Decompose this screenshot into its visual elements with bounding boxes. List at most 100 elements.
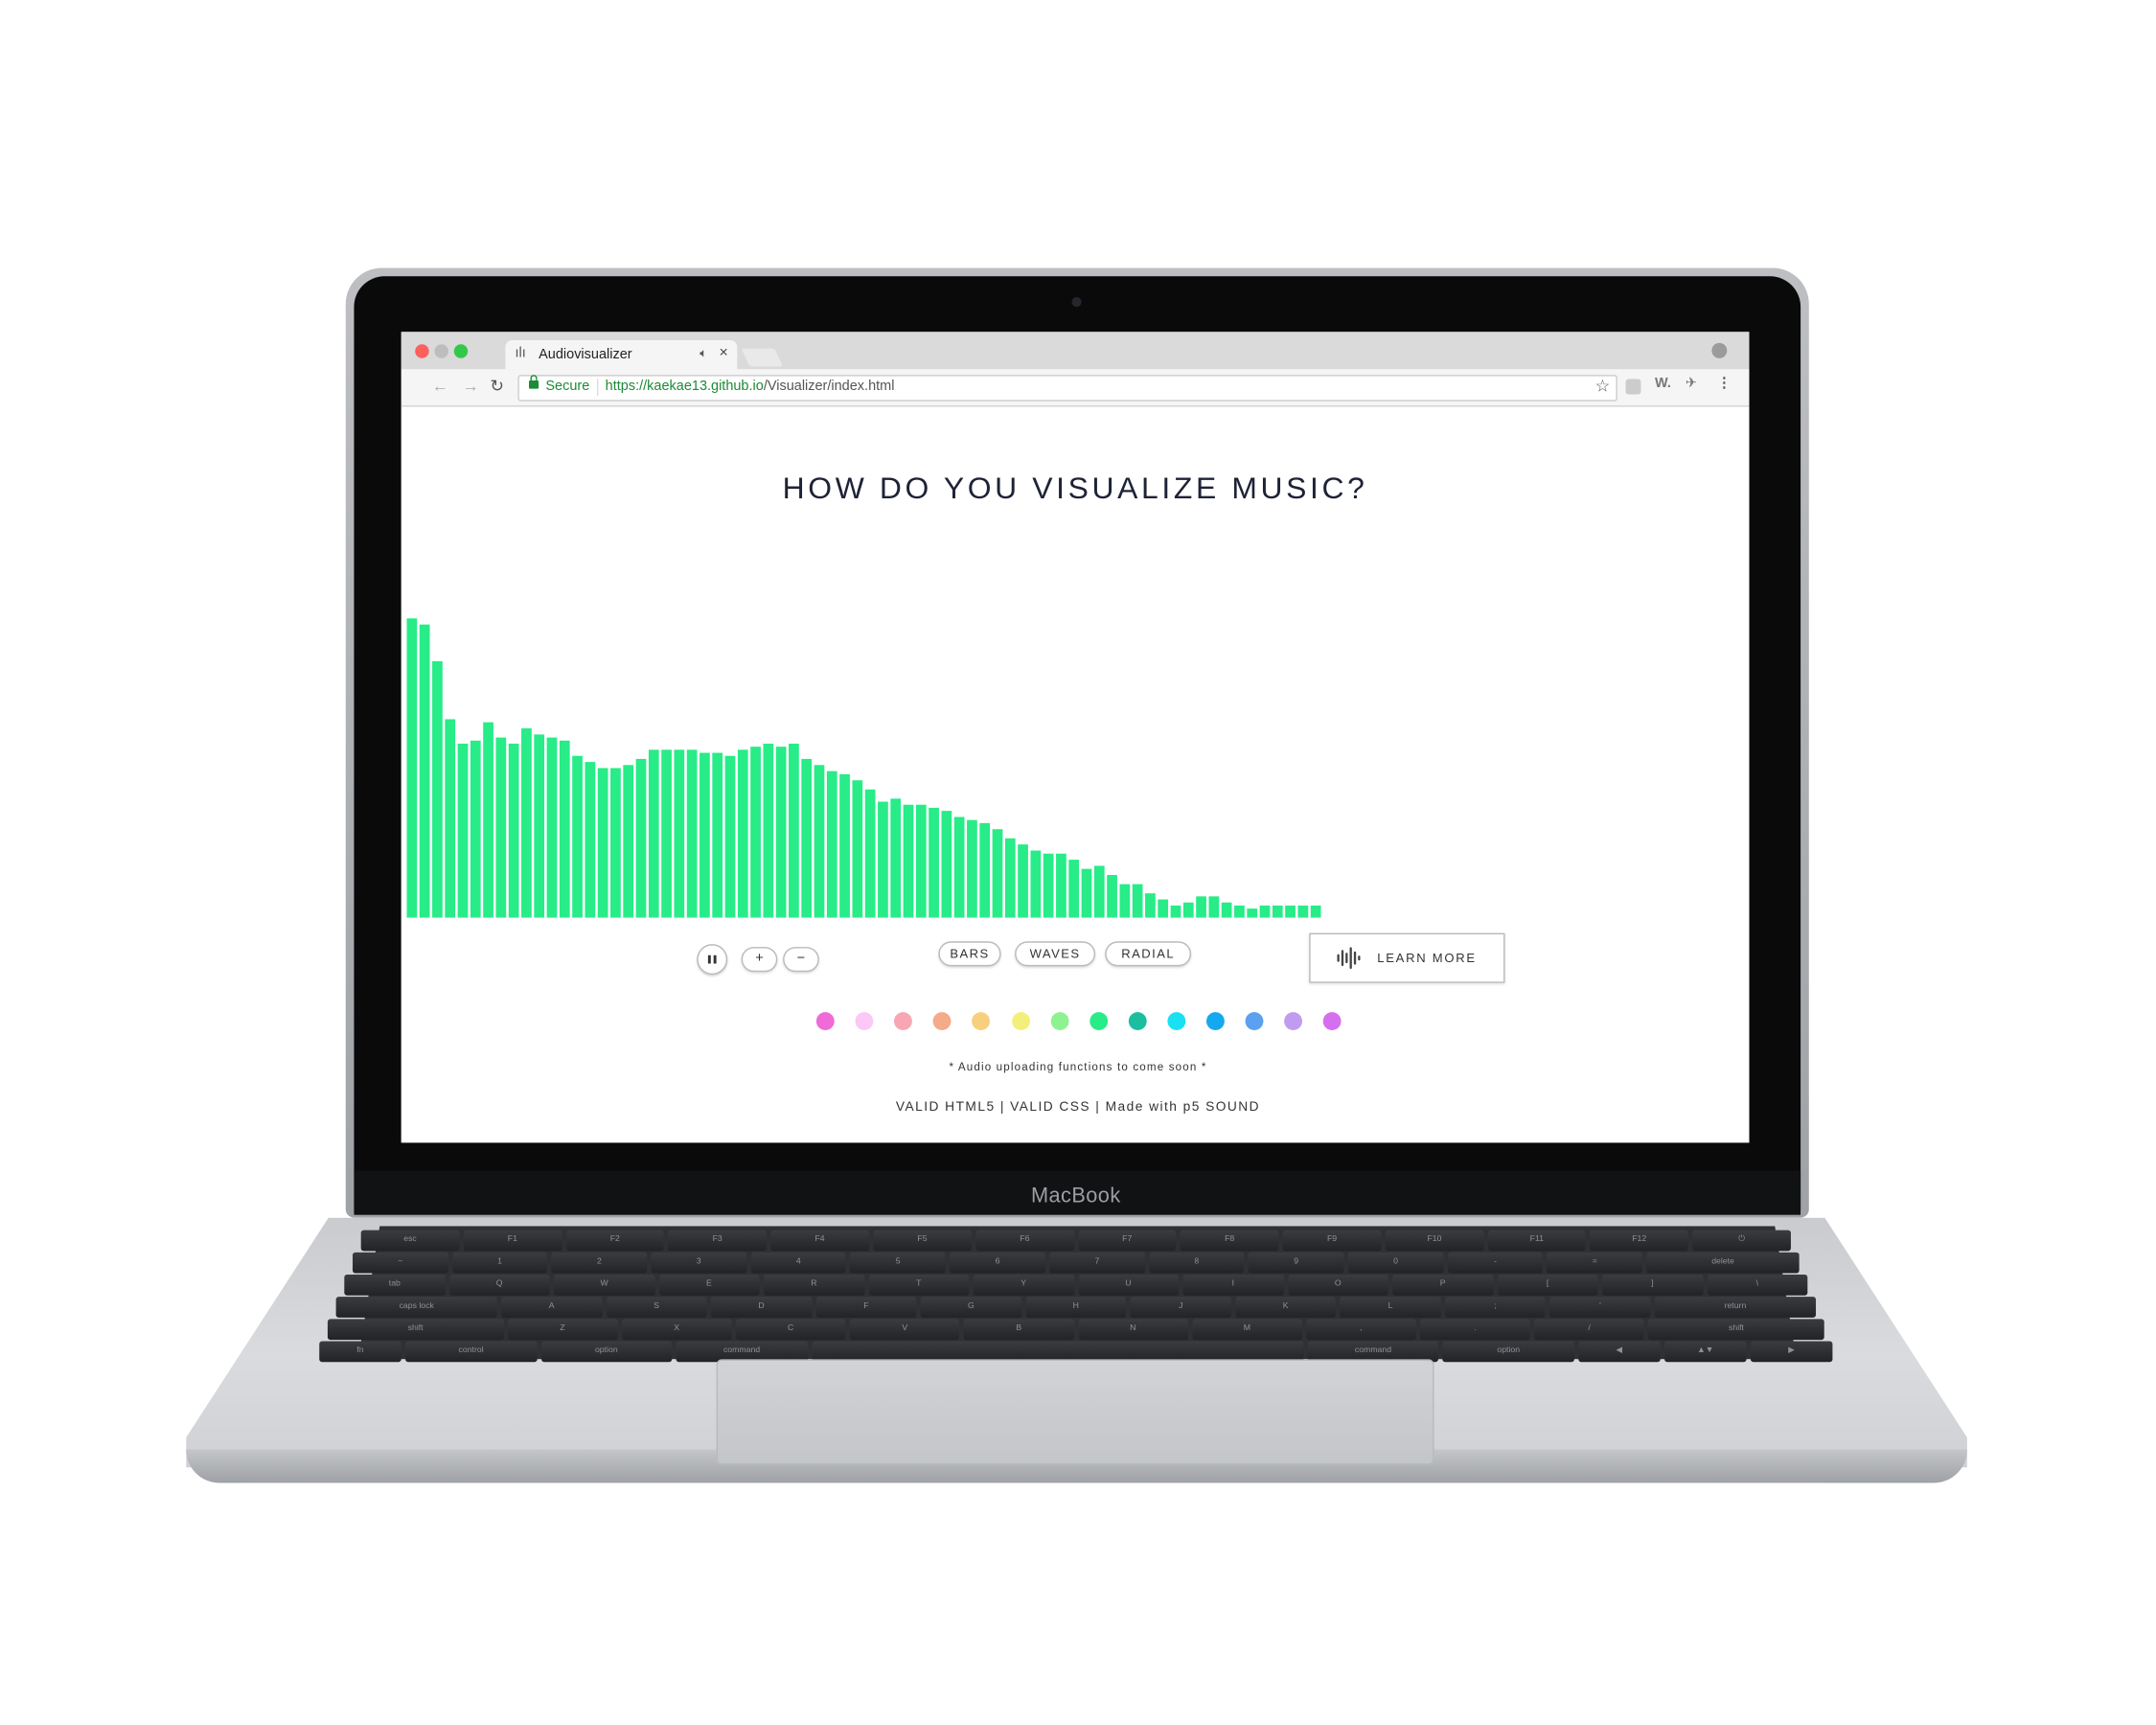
menu-dots-icon[interactable]: ⋮	[1717, 377, 1731, 392]
color-swatch[interactable]	[1011, 1012, 1030, 1031]
keyboard-key[interactable]: .	[1420, 1319, 1530, 1341]
color-swatch[interactable]	[894, 1012, 913, 1031]
keyboard-key[interactable]: F11	[1487, 1230, 1587, 1252]
keyboard-key[interactable]: 2	[551, 1252, 648, 1274]
learn-more-button[interactable]: LEARN MORE	[1309, 932, 1505, 983]
keyboard-key[interactable]: C	[735, 1319, 846, 1341]
keyboard-key[interactable]: '	[1549, 1297, 1651, 1318]
extension-plane-icon[interactable]: ✈	[1686, 377, 1697, 392]
keyboard-key[interactable]: ⏻	[1692, 1230, 1791, 1252]
keyboard-key[interactable]: F7	[1077, 1230, 1177, 1252]
keyboard-key[interactable]: ▶	[1750, 1341, 1833, 1363]
fullscreen-window-icon[interactable]	[453, 344, 469, 358]
waves-button[interactable]: WAVES	[1015, 941, 1096, 967]
keyboard-key[interactable]: 0	[1347, 1252, 1444, 1274]
keyboard-key[interactable]: tab	[344, 1274, 446, 1296]
keyboard-key[interactable]: \	[1707, 1274, 1808, 1296]
keyboard-key[interactable]: delete	[1646, 1252, 1800, 1274]
radial-button[interactable]: RADIAL	[1105, 941, 1192, 967]
bookmark-star-icon[interactable]: ☆	[1595, 377, 1611, 396]
keyboard-key[interactable]: F	[815, 1297, 917, 1318]
keyboard-key[interactable]: R	[763, 1274, 864, 1296]
keyboard-key[interactable]: control	[405, 1341, 538, 1363]
color-swatch[interactable]	[1284, 1012, 1303, 1031]
keyboard-key[interactable]: Z	[507, 1319, 618, 1341]
keyboard-key[interactable]: A	[501, 1297, 603, 1318]
keyboard-key[interactable]: 9	[1248, 1252, 1344, 1274]
color-swatch[interactable]	[1245, 1012, 1264, 1031]
keyboard-key[interactable]: fn	[319, 1341, 401, 1363]
keyboard-key[interactable]: F8	[1180, 1230, 1279, 1252]
keyboard-key[interactable]: F6	[975, 1230, 1074, 1252]
reload-icon[interactable]: ↻	[490, 377, 504, 396]
volume-up-button[interactable]: +	[741, 947, 778, 973]
color-swatch[interactable]	[815, 1012, 835, 1031]
keyboard-key[interactable]: esc	[360, 1230, 460, 1252]
keyboard-key[interactable]: ◀	[1578, 1341, 1661, 1363]
minimize-window-icon[interactable]	[434, 344, 448, 358]
keyboard-key[interactable]: shift	[1648, 1319, 1824, 1341]
keyboard-key[interactable]: 1	[451, 1252, 548, 1274]
color-swatch[interactable]	[1206, 1012, 1225, 1031]
color-swatch[interactable]	[972, 1012, 991, 1031]
volume-down-button[interactable]: −	[783, 947, 819, 973]
keyboard-key[interactable]: Q	[448, 1274, 550, 1296]
keyboard-key[interactable]: G	[920, 1297, 1021, 1318]
color-swatch[interactable]	[1167, 1012, 1186, 1031]
keyboard-key[interactable]: W	[554, 1274, 655, 1296]
keyboard-key[interactable]: H	[1025, 1297, 1127, 1318]
keyboard-key[interactable]: X	[621, 1319, 732, 1341]
keyboard-key[interactable]: return	[1654, 1297, 1817, 1318]
keyboard-key[interactable]: F3	[668, 1230, 767, 1252]
back-icon[interactable]: ←	[432, 377, 448, 396]
keyboard-key[interactable]: 3	[651, 1252, 747, 1274]
color-swatch[interactable]	[933, 1012, 952, 1031]
keyboard-key[interactable]: 6	[950, 1252, 1045, 1274]
keyboard-key[interactable]: F5	[873, 1230, 972, 1252]
keyboard-key[interactable]: =	[1547, 1252, 1643, 1274]
keyboard-key[interactable]: F4	[770, 1230, 869, 1252]
keyboard-key[interactable]: option	[540, 1341, 673, 1363]
color-swatch[interactable]	[1128, 1012, 1147, 1031]
keyboard-key[interactable]: D	[710, 1297, 813, 1318]
keyboard-key[interactable]: ]	[1601, 1274, 1703, 1296]
keyboard-key[interactable]: ;	[1444, 1297, 1547, 1318]
bars-button[interactable]: BARS	[938, 941, 1001, 967]
browser-tab[interactable]: ılı Audiovisualizer 🔈︎ ×	[505, 339, 738, 370]
speaker-icon[interactable]: 🔈︎	[700, 346, 707, 361]
keyboard-key[interactable]: L	[1340, 1297, 1441, 1318]
keyboard-key[interactable]: F10	[1385, 1230, 1484, 1252]
keyboard-key[interactable]: T	[868, 1274, 970, 1296]
keyboard-key[interactable]: F9	[1282, 1230, 1382, 1252]
keyboard-key[interactable]: option	[1442, 1341, 1574, 1363]
keyboard-key[interactable]: Y	[973, 1274, 1074, 1296]
color-swatch[interactable]	[1323, 1012, 1342, 1031]
keyboard-key[interactable]: F2	[565, 1230, 665, 1252]
keyboard-key[interactable]: V	[849, 1319, 960, 1341]
keyboard-key[interactable]: 8	[1149, 1252, 1245, 1274]
close-window-icon[interactable]	[415, 344, 429, 358]
trackpad[interactable]	[716, 1359, 1434, 1465]
keyboard-key[interactable]: ,	[1306, 1319, 1416, 1341]
keyboard-key[interactable]: ~	[352, 1252, 448, 1274]
keyboard-key[interactable]: S	[606, 1297, 707, 1318]
keyboard-key[interactable]: E	[658, 1274, 760, 1296]
keyboard-key[interactable]: B	[963, 1319, 1074, 1341]
keyboard-key[interactable]: P	[1392, 1274, 1494, 1296]
keyboard-key[interactable]: 4	[750, 1252, 847, 1274]
profile-icon[interactable]	[1711, 342, 1728, 358]
keyboard-key[interactable]: 5	[850, 1252, 946, 1274]
keyboard-key[interactable]: F1	[463, 1230, 562, 1252]
keyboard-key[interactable]: ▲▼	[1663, 1341, 1747, 1363]
extension-icon[interactable]	[1625, 379, 1641, 395]
pause-button[interactable]	[697, 944, 728, 976]
color-swatch[interactable]	[855, 1012, 874, 1031]
keyboard-key[interactable]: [	[1497, 1274, 1598, 1296]
keyboard-key[interactable]: F12	[1590, 1230, 1689, 1252]
keyboard-key[interactable]: N	[1077, 1319, 1188, 1341]
keyboard-key[interactable]: I	[1182, 1274, 1284, 1296]
keyboard-key[interactable]: shift	[327, 1319, 504, 1341]
keyboard-key[interactable]: /	[1534, 1319, 1644, 1341]
forward-icon[interactable]: →	[462, 377, 478, 396]
new-tab-button[interactable]	[741, 348, 784, 367]
